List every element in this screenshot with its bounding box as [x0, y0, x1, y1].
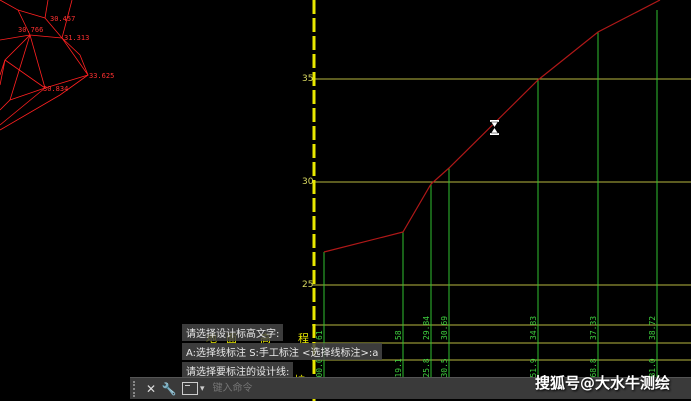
station-label: 37.33: [589, 316, 598, 340]
tin-label: 31.313: [64, 34, 89, 42]
command-history: 请选择设计标高文字: A:选择线标注 S:手工标注 <选择线标注>:a 请选择要…: [182, 324, 432, 381]
command-prompt-icon[interactable]: [182, 382, 198, 395]
tin-label: 30.457: [50, 15, 75, 23]
chevron-down-icon[interactable]: ▾: [200, 384, 205, 394]
hourglass-cursor-icon: [490, 120, 499, 135]
elevation-tick-label: 25: [302, 280, 313, 290]
ground-profile-line: [323, 0, 661, 253]
close-icon[interactable]: ✕: [142, 380, 160, 398]
command-input[interactable]: [210, 382, 515, 395]
tin-label: 30.766: [18, 26, 43, 34]
command-history-line: A:选择线标注 S:手工标注 <选择线标注>:a: [182, 343, 383, 360]
elevation-tick-label: 30: [302, 177, 314, 187]
station-label: 34.83: [529, 316, 538, 340]
command-bar-grip-handle[interactable]: [133, 380, 139, 397]
tin-label: 33.625: [89, 72, 114, 80]
command-history-line: 请选择设计标高文字:: [182, 324, 284, 341]
watermark: 搜狐号@大水牛测绘: [535, 374, 671, 392]
station-label: 30.69: [440, 316, 449, 340]
elevation-tick-label: 35: [302, 74, 313, 84]
station-label: 38.72: [648, 316, 657, 340]
elevation-tick-labels: 35 30 25: [302, 74, 314, 290]
wrench-icon[interactable]: 🔧: [160, 380, 178, 398]
tin-label: 30.834: [43, 85, 68, 93]
elevation-grid: [312, 78, 691, 361]
